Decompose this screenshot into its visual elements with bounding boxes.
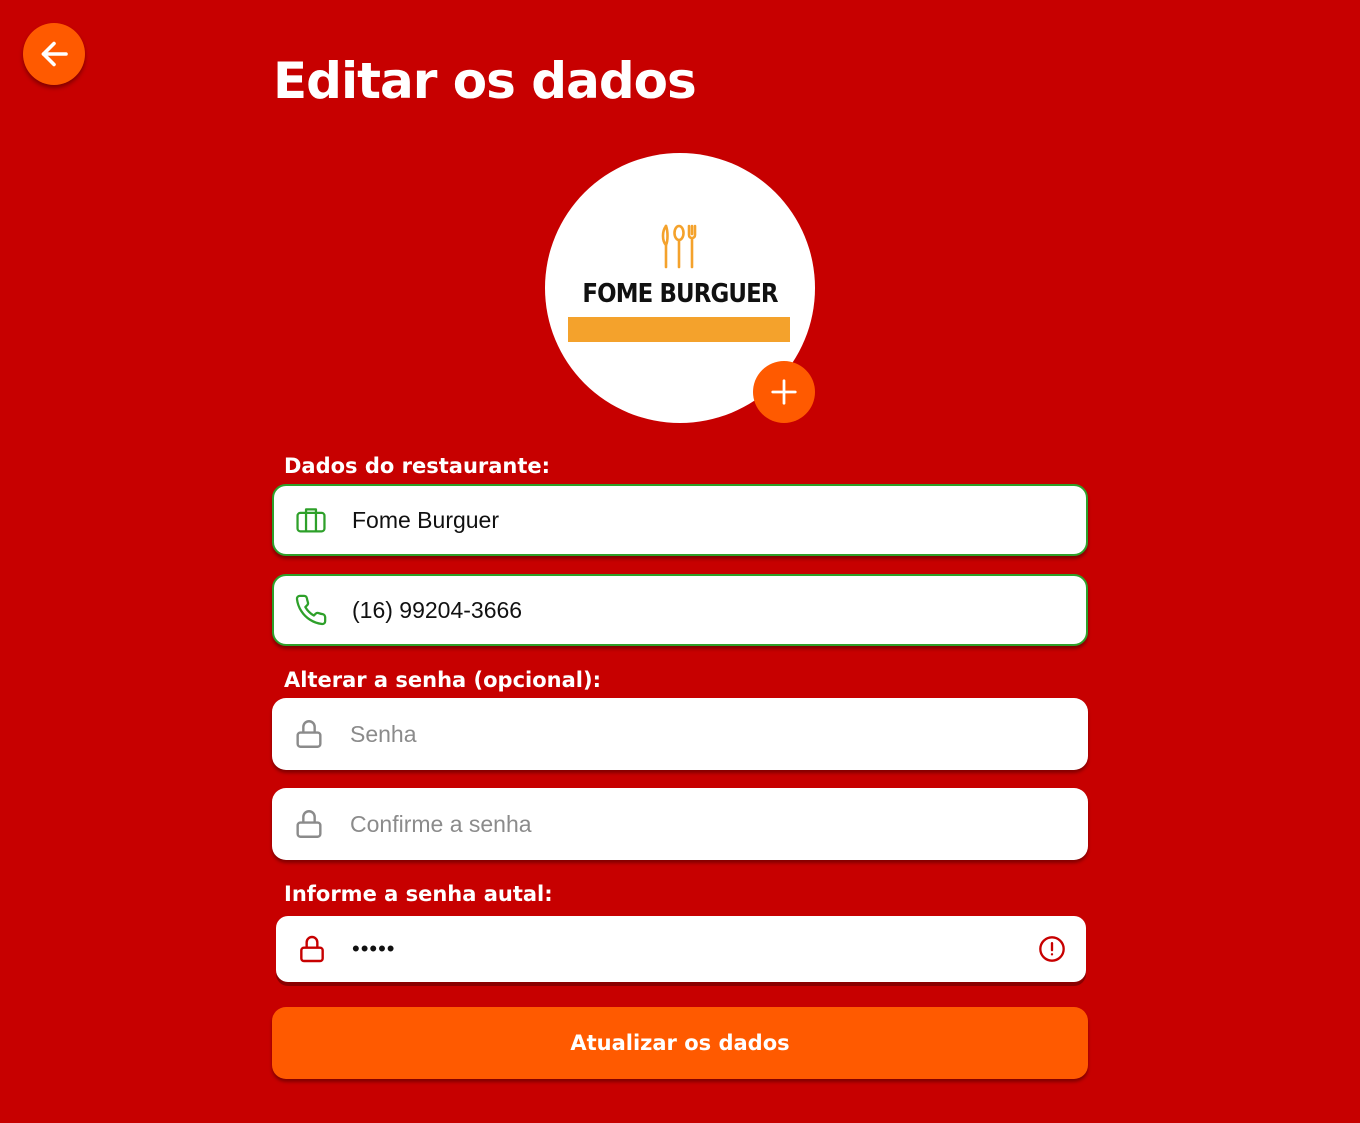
alert-circle-icon xyxy=(1039,936,1065,962)
arrow-left-icon xyxy=(41,41,68,67)
lock-icon xyxy=(296,810,322,838)
lock-icon xyxy=(300,935,324,963)
plus-icon xyxy=(771,379,797,405)
password-field xyxy=(272,698,1088,770)
page-title: Editar os dados xyxy=(273,52,697,110)
confirm-password-input[interactable] xyxy=(350,788,1028,860)
logo-text: FOME BURGUER xyxy=(582,279,778,309)
phone-field xyxy=(272,574,1088,646)
name-field xyxy=(272,484,1088,556)
section-label-current-password: Informe a senha autal: xyxy=(284,882,553,906)
utensils-icon xyxy=(661,224,697,269)
back-button[interactable] xyxy=(23,23,85,85)
briefcase-icon xyxy=(296,508,326,533)
current-password-field xyxy=(276,916,1086,982)
section-label-change-password: Alterar a senha (opcional): xyxy=(284,668,601,692)
lock-icon xyxy=(296,720,322,748)
confirm-password-field xyxy=(272,788,1088,860)
password-input[interactable] xyxy=(350,698,1028,770)
submit-button[interactable]: Atualizar os dados xyxy=(272,1007,1088,1079)
current-password-input[interactable] xyxy=(352,916,1026,982)
section-label-restaurant: Dados do restaurante: xyxy=(284,454,551,478)
name-input[interactable] xyxy=(352,486,1026,554)
phone-icon xyxy=(295,594,327,626)
phone-input[interactable] xyxy=(352,576,1026,644)
logo-bar xyxy=(568,317,790,342)
add-photo-button[interactable] xyxy=(753,361,815,423)
